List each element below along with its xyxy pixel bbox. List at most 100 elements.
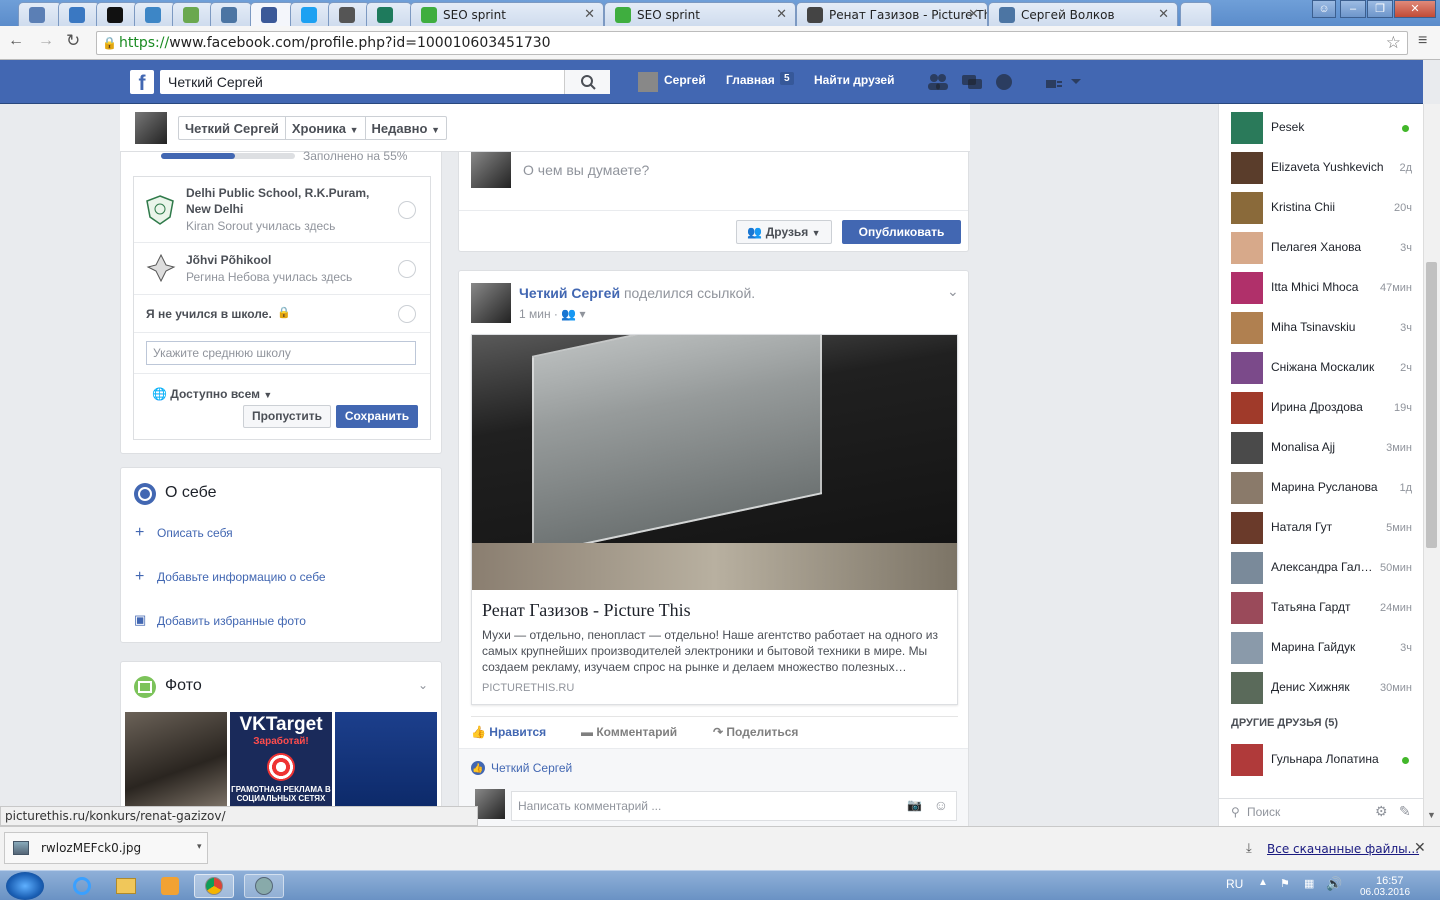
browser-tab[interactable]: [58, 2, 100, 26]
media-player-icon[interactable]: [150, 874, 190, 898]
chat-contact[interactable]: Itta Mhici Mhoca 47мин: [1219, 268, 1424, 308]
browser-tab[interactable]: [366, 2, 412, 26]
minimize-button[interactable]: –: [1340, 0, 1366, 18]
chat-contact[interactable]: Pesek: [1219, 108, 1424, 148]
browser-tab[interactable]: [134, 2, 176, 26]
add-featured-photos-link[interactable]: Добавить избранные фото: [157, 614, 306, 628]
chat-search-input[interactable]: Поиск: [1247, 805, 1280, 819]
close-window-button[interactable]: ✕: [1394, 0, 1436, 18]
url-input[interactable]: 🔒 https://www.facebook.com/profile.php?i…: [96, 31, 1408, 55]
chrome-icon[interactable]: [194, 874, 234, 898]
chat-contact[interactable]: Ирина Дроздова 19ч: [1219, 388, 1424, 428]
photo-thumbnail[interactable]: [335, 712, 437, 806]
friends-audience-icon[interactable]: 👥 ▾: [561, 307, 585, 321]
browser-tab[interactable]: [328, 2, 370, 26]
new-tab-button[interactable]: [1180, 2, 1212, 26]
browser-tab[interactable]: [210, 2, 252, 26]
save-button[interactable]: Сохранить: [336, 405, 418, 428]
profile-name-button[interactable]: Четкий Сергей: [179, 117, 286, 139]
explorer-folder-icon[interactable]: [106, 874, 146, 898]
no-school-option[interactable]: Я не учился в школе. 🔒: [134, 295, 430, 333]
bookmark-star-icon[interactable]: ☆: [1386, 32, 1401, 54]
chevron-down-icon[interactable]: ▾: [197, 841, 202, 852]
browser-tab[interactable]: [290, 2, 332, 26]
close-icon[interactable]: ✕: [1414, 839, 1426, 856]
post-author-link[interactable]: Четкий Сергей: [519, 285, 620, 301]
privacy-shortcuts-icon[interactable]: [1044, 74, 1064, 90]
volume-icon[interactable]: 🔊: [1326, 876, 1342, 892]
close-tab-icon[interactable]: ✕: [968, 7, 979, 22]
school-suggestion[interactable]: Delhi Public School, R.K.Puram, New Delh…: [134, 177, 430, 243]
network-icon[interactable]: ▦: [1304, 877, 1314, 890]
high-school-input[interactable]: Укажите среднюю школу: [146, 341, 416, 365]
account-menu-chevron-down-icon[interactable]: [1070, 78, 1082, 86]
clock-time[interactable]: 16:57: [1376, 875, 1404, 887]
chat-contact[interactable]: Пелагея Ханова 3ч: [1219, 228, 1424, 268]
chat-contact[interactable]: Денис Хижняк 30мин: [1219, 668, 1424, 708]
search-input[interactable]: Четкий Сергей: [160, 70, 610, 94]
school-suggestion[interactable]: Jõhvi Põhikool Регина Небова училась зде…: [134, 243, 430, 295]
link-preview[interactable]: Ренат Газизов - Picture This Мухи — отде…: [471, 334, 958, 705]
browser-tab[interactable]: Ренат Газизов - Picture Th ✕: [796, 2, 988, 26]
back-arrow-icon[interactable]: ←: [8, 32, 24, 50]
avatar[interactable]: [471, 283, 511, 323]
chat-contact[interactable]: Elizaveta Yushkevich 2д: [1219, 148, 1424, 188]
chat-contact[interactable]: Monalisa Ajj 3мин: [1219, 428, 1424, 468]
chat-contact[interactable]: Сніжана Москалик 2ч: [1219, 348, 1424, 388]
all-downloads-link[interactable]: Все скачанные файлы...: [1267, 842, 1419, 856]
no-school-radio[interactable]: [398, 305, 416, 323]
browser-tab[interactable]: SEO sprint ✕: [410, 2, 604, 26]
chat-contact[interactable]: Наталя Гут 5мин: [1219, 508, 1424, 548]
photo-thumbnail[interactable]: [125, 712, 227, 806]
like-button[interactable]: 👍 Нравится: [471, 725, 546, 739]
home-link[interactable]: Главная: [726, 73, 775, 87]
audience-dropdown[interactable]: 👥 Друзья ▼: [736, 220, 832, 244]
timeline-dropdown[interactable]: Хроника ▼: [286, 117, 366, 139]
status-input[interactable]: О чем вы думаете?: [523, 162, 649, 178]
download-item[interactable]: rwlozMEFck0.jpg ▾: [4, 832, 208, 864]
browser-tab[interactable]: SEO sprint ✕: [604, 2, 796, 26]
link-preview-image[interactable]: [472, 335, 957, 590]
chat-contact[interactable]: Александра Гал… 50мин: [1219, 548, 1424, 588]
internet-explorer-icon[interactable]: [62, 874, 102, 898]
clock-date[interactable]: 06.03.2016: [1360, 887, 1410, 898]
browser-tab[interactable]: Сергей Волков ✕: [988, 2, 1178, 26]
language-indicator[interactable]: RU: [1226, 877, 1243, 891]
comment-button[interactable]: ▬ Комментарий: [581, 725, 677, 739]
avatar[interactable]: [135, 112, 167, 144]
publish-button[interactable]: Опубликовать: [842, 220, 961, 244]
browser-tab[interactable]: [96, 2, 138, 26]
user-icon[interactable]: ☺: [1312, 0, 1336, 18]
new-message-icon[interactable]: ✎: [1399, 803, 1411, 820]
school-radio[interactable]: [398, 260, 416, 278]
other-friends-header[interactable]: ДРУГИЕ ДРУЗЬЯ (5): [1231, 717, 1338, 729]
friend-requests-icon[interactable]: [926, 72, 950, 92]
page-scrollbar[interactable]: ▼: [1423, 104, 1440, 826]
maximize-button[interactable]: ❐: [1367, 0, 1393, 18]
recent-dropdown[interactable]: Недавно ▼: [366, 117, 446, 139]
chat-contact[interactable]: Kristina Chii 20ч: [1219, 188, 1424, 228]
scroll-down-icon[interactable]: ▼: [1427, 810, 1436, 820]
flag-icon[interactable]: ⚑: [1280, 877, 1290, 890]
chat-contact[interactable]: Татьяна Гардт 24мин: [1219, 588, 1424, 628]
messages-icon[interactable]: [960, 72, 984, 92]
scrollbar-thumb[interactable]: [1426, 262, 1437, 548]
emoji-icon[interactable]: ☺: [934, 797, 948, 813]
liker-link[interactable]: Четкий Сергей: [491, 761, 572, 775]
chat-contact[interactable]: Марина Гайдук 3ч: [1219, 628, 1424, 668]
share-button[interactable]: ↷ Поделиться: [713, 725, 798, 739]
facebook-logo-icon[interactable]: f: [130, 70, 154, 95]
settings-app-icon[interactable]: [244, 874, 284, 898]
chevron-down-icon[interactable]: ⌄: [418, 678, 428, 692]
browser-tab[interactable]: [172, 2, 214, 26]
find-friends-link[interactable]: Найти друзей: [814, 73, 894, 87]
chat-contact[interactable]: Марина Русланова 1д: [1219, 468, 1424, 508]
tray-expand-icon[interactable]: ▲: [1258, 877, 1268, 888]
reload-icon[interactable]: ↻: [66, 31, 80, 51]
comment-input[interactable]: Написать комментарий ... 📷 ☺: [511, 791, 957, 821]
describe-yourself-link[interactable]: Описать себя: [157, 526, 233, 540]
post-options-chevron-down-icon[interactable]: ⌄: [947, 283, 959, 300]
avatar[interactable]: [638, 72, 658, 92]
menu-icon[interactable]: ≡: [1418, 32, 1427, 50]
close-tab-icon[interactable]: ✕: [584, 7, 595, 22]
